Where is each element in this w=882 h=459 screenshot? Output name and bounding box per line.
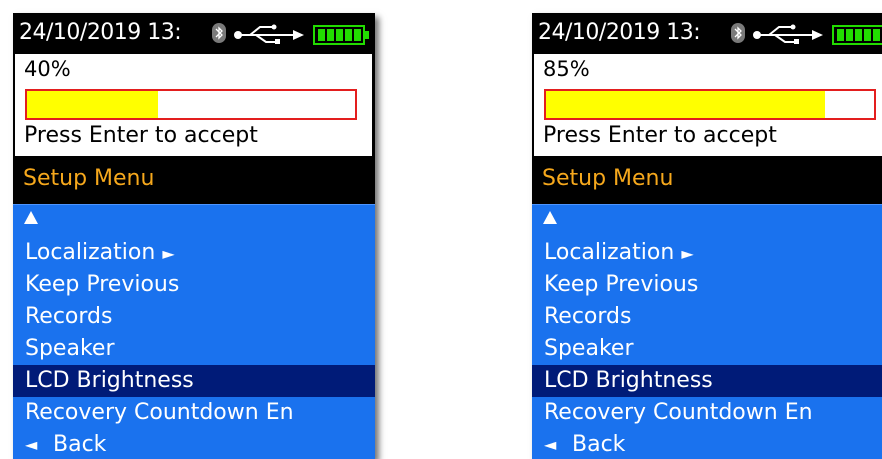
triangle-up-icon (24, 211, 38, 224)
menu-item-localization[interactable]: Localization ► (13, 237, 375, 269)
menu-item-label: Localization (544, 240, 675, 265)
menu-item-keep-previous[interactable]: Keep Previous (532, 269, 882, 301)
menu-item-recovery-countdown[interactable]: Recovery Countdown En (532, 397, 882, 429)
percent-value: 85% (543, 57, 590, 81)
menu-item-label: Records (25, 304, 113, 329)
menu-item-label: Speaker (544, 336, 634, 361)
status-bar: 24/10/2019 13: (13, 13, 375, 53)
menu-item-lcd-brightness[interactable]: LCD Brightness (13, 365, 375, 397)
menu-item-label: Records (544, 304, 632, 329)
menu-title-bar: Setup Menu (532, 156, 882, 204)
brightness-popup: 85% Press Enter to accept (534, 54, 882, 156)
menu-item-label: Recovery Countdown En (544, 400, 813, 425)
menu-item-lcd-brightness[interactable]: LCD Brightness (532, 365, 882, 397)
accept-hint: Press Enter to accept (543, 123, 777, 148)
usb-icon (753, 24, 823, 44)
right-arrow-icon: ► (162, 244, 175, 263)
menu-title: Setup Menu (23, 166, 155, 191)
usb-icon (234, 24, 304, 44)
back-arrow-icon: ◄ (25, 435, 38, 454)
menu-list: Localization ► Keep Previous Records Spe… (532, 204, 882, 459)
menu-item-label: Keep Previous (25, 272, 180, 297)
menu-item-speaker[interactable]: Speaker (532, 333, 882, 365)
battery-full-icon (313, 25, 369, 45)
menu-item-label: LCD Brightness (544, 368, 713, 393)
right-arrow-icon: ► (681, 244, 694, 263)
menu-item-records[interactable]: Records (13, 301, 375, 333)
menu-title-bar: Setup Menu (13, 156, 375, 204)
brightness-popup: 40% Press Enter to accept (15, 54, 372, 156)
bluetooth-icon (212, 23, 226, 43)
back-label: Back (53, 432, 107, 457)
brightness-progress-bar[interactable] (544, 89, 876, 120)
progress-fill (546, 91, 825, 118)
percent-value: 40% (24, 57, 71, 81)
battery-full-icon (832, 25, 882, 45)
back-button[interactable]: ◄ Back (13, 429, 375, 459)
triangle-up-icon (543, 211, 557, 224)
back-label: Back (572, 432, 626, 457)
device-screen-left: 24/10/2019 13: 40% Press Enter to accept… (13, 13, 375, 459)
scroll-up-item[interactable] (13, 205, 375, 237)
back-button[interactable]: ◄ Back (532, 429, 882, 459)
back-arrow-icon: ◄ (544, 435, 557, 454)
menu-item-speaker[interactable]: Speaker (13, 333, 375, 365)
progress-fill (27, 91, 159, 118)
menu-item-label: LCD Brightness (25, 368, 194, 393)
menu-item-records[interactable]: Records (532, 301, 882, 333)
status-bar: 24/10/2019 13: (532, 13, 882, 53)
menu-list: Localization ► Keep Previous Records Spe… (13, 204, 375, 459)
menu-item-label: Speaker (25, 336, 115, 361)
datetime-label: 24/10/2019 13: (538, 20, 701, 45)
datetime-label: 24/10/2019 13: (19, 20, 182, 45)
menu-item-label: Keep Previous (544, 272, 699, 297)
menu-item-label: Localization (25, 240, 156, 265)
accept-hint: Press Enter to accept (24, 123, 258, 148)
scroll-up-item[interactable] (532, 205, 882, 237)
menu-item-label: Recovery Countdown En (25, 400, 294, 425)
menu-item-recovery-countdown[interactable]: Recovery Countdown En (13, 397, 375, 429)
device-screen-right: 24/10/2019 13: 85% Press Enter to accept… (532, 13, 882, 459)
brightness-progress-bar[interactable] (25, 89, 357, 120)
menu-item-localization[interactable]: Localization ► (532, 237, 882, 269)
menu-item-keep-previous[interactable]: Keep Previous (13, 269, 375, 301)
bluetooth-icon (731, 23, 745, 43)
menu-title: Setup Menu (542, 166, 674, 191)
